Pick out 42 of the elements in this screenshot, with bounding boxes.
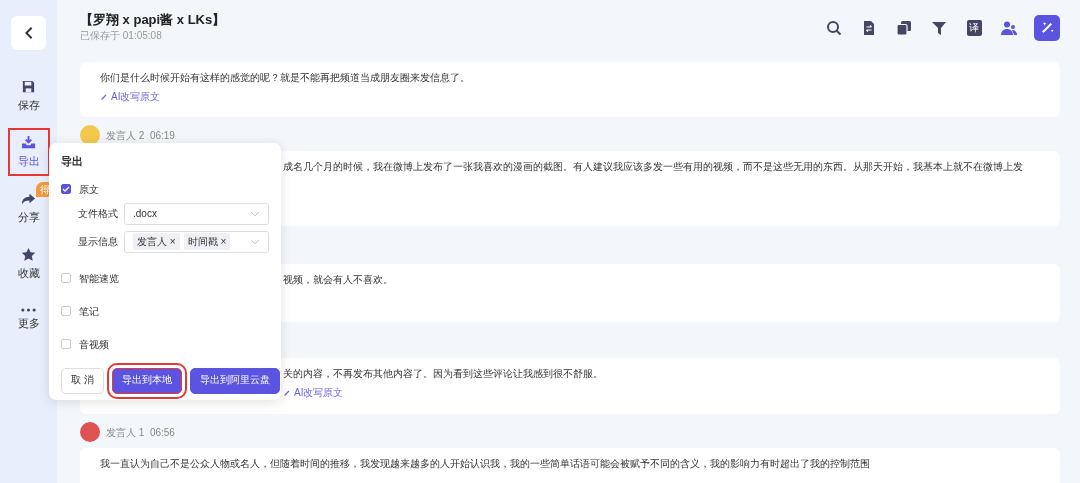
field-label: 文件格式 [78, 207, 118, 221]
search-icon [826, 19, 842, 36]
document-icon [861, 19, 877, 36]
select-value: .docx [133, 207, 157, 221]
sidebar-item[interactable]: 收藏 [7, 240, 50, 288]
option-label: 智能速览 [79, 271, 119, 286]
toolbar-button[interactable] [1034, 14, 1060, 41]
back-button[interactable] [11, 16, 46, 50]
save-icon [21, 78, 36, 94]
option-label: 音视频 [79, 337, 109, 352]
copy-icon [896, 19, 912, 36]
export-button[interactable]: 取 消 [61, 367, 104, 394]
select-field[interactable]: .docx [124, 202, 269, 225]
transcript-text: 你们是什么时候开始有这样的感觉的呢？就是不能再把频道当成朋友圈来发信息了。 [100, 71, 471, 85]
document-title: 【罗翔 x papi酱 x LKs】 [80, 12, 226, 28]
filter-icon [931, 19, 947, 36]
check-icon [62, 185, 70, 193]
field-label: 显示信息 [78, 235, 118, 249]
transcript-text: 成名几个月的时候，我在微博上发布了一张我喜欢的漫画的截图。有人建议我应该多发一些有用的视频，而不是这些无用的东西。从那天开始，我基本上就不在微博上发 [283, 160, 1024, 174]
checkbox[interactable] [61, 184, 71, 194]
transcript-text: 我一直认为自己不是公众人物或名人，但随着时间的推移，我发现越来越多的人开始认识我，我的一些简单话语可能会被赋予不同的含义，我的影响力有时超出了我的控制范围 [100, 457, 871, 471]
saved-time: 已保存于 01:05:08 [80, 29, 163, 43]
option-label: 原文 [79, 182, 99, 197]
sidebar-item[interactable]: 更多 [7, 296, 50, 344]
ai-rewrite-link[interactable]: AI改写原文 [283, 385, 344, 400]
speaker-label: 发言人 1 06:56 [106, 425, 175, 440]
transcript-text: 关的内容，不再发布其他内容了。因为看到这些评论让我感到很不舒服。 [283, 367, 604, 381]
tag: 发言人 × [133, 233, 180, 250]
toolbar-button[interactable]: 译 [964, 17, 984, 38]
select-field[interactable]: 发言人 × 时间戳 × [124, 230, 269, 253]
speaker-label: 发言人 2 06:19 [106, 128, 175, 143]
popup-title: 导出 [61, 154, 84, 169]
sidebar-item[interactable]: 保存 [7, 72, 50, 120]
people-icon [1001, 19, 1017, 36]
export-button[interactable]: 导出到阿里云盘 [189, 367, 280, 394]
option-label: 笔记 [79, 304, 99, 319]
ai-rewrite-link[interactable]: AI改写原文 [100, 89, 161, 104]
download-icon [21, 134, 36, 150]
transcript-text: 视频，就会有人不喜欢。 [283, 273, 394, 287]
tag: 时间戳 × [183, 233, 231, 250]
star-icon [21, 246, 36, 262]
more-icon [21, 308, 36, 313]
